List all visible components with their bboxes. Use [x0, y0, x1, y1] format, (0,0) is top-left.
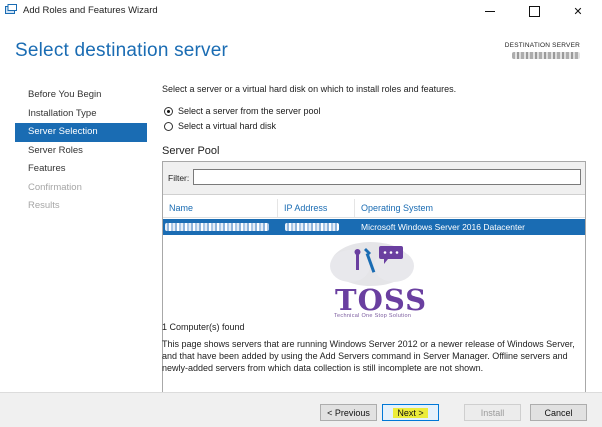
nav-item-confirmation: Confirmation	[28, 181, 82, 193]
destination-server-label: DESTINATION SERVER	[504, 42, 580, 49]
computer-count: 1 Computer(s) found	[162, 322, 245, 332]
server-table-header: Name IP Address Operating System	[163, 199, 585, 218]
next-button-label: Next >	[393, 407, 428, 418]
close-icon: ✕	[573, 5, 583, 18]
minimize-button[interactable]	[468, 0, 512, 22]
filter-input[interactable]	[193, 169, 581, 185]
close-button[interactable]: ✕	[556, 0, 600, 22]
next-button[interactable]: Next >	[382, 404, 439, 421]
destination-server-name-redacted	[512, 52, 580, 59]
minimize-icon	[485, 10, 495, 12]
wizard-nav: Before You Begin Installation Type Serve…	[15, 86, 147, 216]
nav-item-features[interactable]: Features	[15, 160, 147, 179]
radio-unchecked-icon[interactable]	[164, 121, 173, 131]
cancel-button[interactable]: Cancel	[530, 404, 587, 421]
server-os: Microsoft Windows Server 2016 Datacenter	[361, 222, 525, 232]
description-text: This page shows servers that are running…	[162, 339, 575, 373]
server-row-selected[interactable]: Microsoft Windows Server 2016 Datacenter	[163, 219, 585, 235]
maximize-icon	[528, 5, 540, 17]
server-ip-redacted	[285, 219, 345, 235]
watermark-word: TOSS	[335, 283, 428, 317]
install-button: Install	[464, 404, 521, 421]
window-title: Add Roles and Features Wizard	[23, 5, 158, 16]
radio-option-server-pool[interactable]: Select a server from the server pool	[164, 106, 321, 116]
watermark-tagline: Technical One Stop Solution	[334, 313, 412, 319]
nav-item-before-you-begin[interactable]: Before You Begin	[15, 86, 147, 105]
radio-label-virtual-disk: Select a virtual hard disk	[178, 121, 277, 131]
radio-label-server-pool: Select a server from the server pool	[178, 106, 321, 116]
filter-label: Filter:	[168, 173, 190, 183]
filter-bar: Filter:	[163, 162, 585, 195]
previous-button[interactable]: < Previous	[320, 404, 377, 421]
nav-item-results: Results	[28, 200, 60, 211]
nav-item-server-roles[interactable]: Server Roles	[15, 142, 147, 161]
server-name-redacted	[165, 219, 275, 235]
nav-item-server-selection[interactable]: Server Selection	[15, 123, 147, 142]
title-bar: Add Roles and Features Wizard ✕	[0, 0, 602, 22]
server-manager-icon	[5, 4, 17, 14]
server-pool-title: Server Pool	[162, 145, 220, 157]
radio-option-virtual-disk[interactable]: Select a virtual hard disk	[164, 121, 276, 131]
intro-text: Select a server or a virtual hard disk o…	[162, 84, 457, 94]
column-header-ip-address[interactable]: IP Address	[278, 199, 355, 217]
wizard-footer: < Previous Next > Install Cancel	[0, 392, 602, 427]
maximize-button[interactable]	[512, 0, 556, 22]
column-header-name[interactable]: Name	[163, 199, 278, 217]
radio-checked-icon[interactable]	[164, 106, 173, 116]
page-title: Select destination server	[15, 40, 229, 61]
nav-item-installation-type[interactable]: Installation Type	[15, 105, 147, 124]
column-header-operating-system[interactable]: Operating System	[355, 199, 585, 217]
